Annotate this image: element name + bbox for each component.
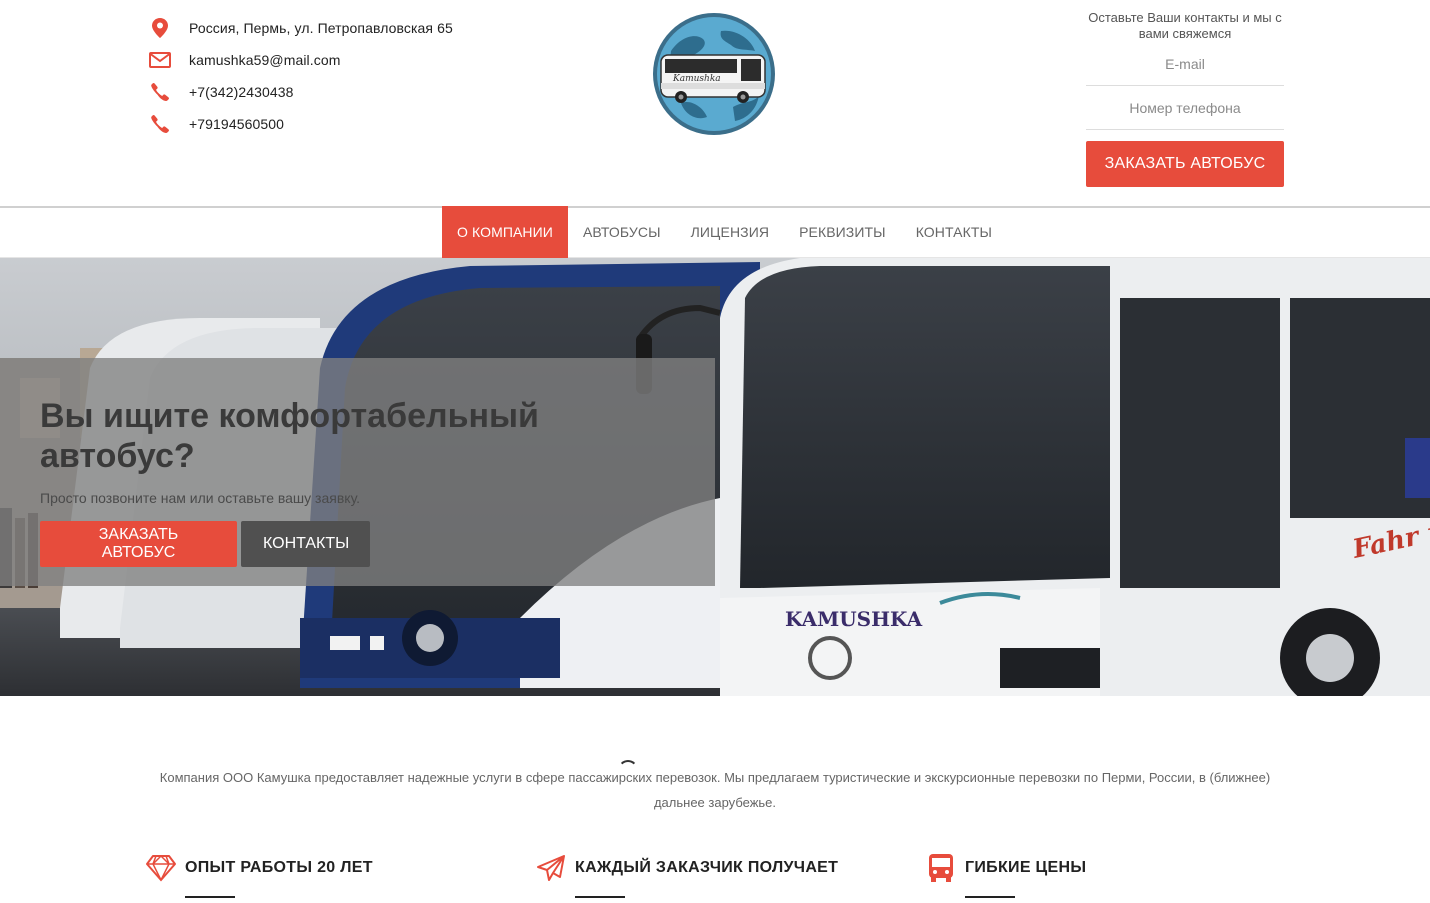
feature-title: ГИБКИЕ ЦЕНЫ [965, 859, 1087, 876]
contact-list: Россия, Пермь, ул. Петропавловская 65 ka… [148, 12, 453, 140]
nav-item-requisites[interactable]: РЕКВИЗИТЫ [784, 206, 901, 258]
top-header: Россия, Пермь, ул. Петропавловская 65 ka… [0, 0, 1430, 206]
phone-link-2[interactable]: +79194560500 [189, 116, 284, 132]
contact-email[interactable]: kamushka59@mail.com [148, 44, 453, 76]
phone-field[interactable] [1086, 86, 1284, 130]
contact-phone-2[interactable]: +79194560500 [148, 108, 453, 140]
callback-form: Оставьте Ваши контакты и мы с вами свяже… [1086, 10, 1284, 187]
feature-experience: ОПЫТ РАБОТЫ 20 ЛЕТ [145, 852, 373, 884]
hero-order-bus-button[interactable]: ЗАКАЗАТЬ АВТОБУС [40, 521, 237, 567]
bus-icon [925, 852, 957, 884]
bus-brand-text: KAMUSHKA [785, 607, 923, 631]
logo-text: Kamushka [672, 74, 721, 84]
envelope-icon [148, 48, 172, 72]
nav-menu: О КОМПАНИИ АВТОБУСЫ ЛИЦЕНЗИЯ РЕКВИЗИТЫ К… [442, 206, 1007, 258]
feature-underline [185, 896, 235, 898]
callback-title: Оставьте Ваши контакты и мы с вами свяже… [1088, 10, 1282, 41]
phone-icon [148, 112, 172, 136]
feature-title: ОПЫТ РАБОТЫ 20 ЛЕТ [185, 859, 373, 876]
phone-icon [148, 80, 172, 104]
main-nav: О КОМПАНИИ АВТОБУСЫ ЛИЦЕНЗИЯ РЕКВИЗИТЫ К… [0, 206, 1430, 258]
email-link[interactable]: kamushka59@mail.com [189, 52, 341, 68]
nav-item-buses[interactable]: АВТОБУСЫ [568, 206, 676, 258]
phone-link-1[interactable]: +7(342)2430438 [189, 84, 294, 100]
feature-title: КАЖДЫЙ ЗАКАЗЧИК ПОЛУЧАЕТ [575, 859, 839, 876]
hero-banner: KAMUSHKA Fahr m Вы ищите комфортабельный… [0, 258, 1430, 696]
hero-contacts-button[interactable]: КОНТАКТЫ [241, 521, 370, 567]
email-field[interactable] [1086, 42, 1284, 86]
hero-subtitle: Просто позвоните нам или оставьте вашу з… [40, 490, 361, 506]
company-logo[interactable]: Kamushka [651, 11, 777, 137]
nav-item-license[interactable]: ЛИЦЕНЗИЯ [676, 206, 784, 258]
hero-overlay-panel: Вы ищите комфортабельный автобус? Просто… [0, 358, 715, 586]
feature-underline [965, 896, 1015, 898]
feature-underline [575, 896, 625, 898]
order-bus-button[interactable]: ЗАКАЗАТЬ АВТОБУС [1086, 141, 1284, 187]
map-pin-icon [148, 16, 172, 40]
about-text: Компания ООО Камушка предоставляет надеж… [159, 770, 1271, 810]
diamond-icon [145, 852, 177, 884]
paper-plane-icon [535, 852, 567, 884]
contact-phone-1[interactable]: +7(342)2430438 [148, 76, 453, 108]
feature-prices: ГИБКИЕ ЦЕНЫ [925, 852, 1086, 884]
nav-item-about[interactable]: О КОМПАНИИ [442, 206, 568, 258]
address-text: Россия, Пермь, ул. Петропавловская 65 [189, 20, 453, 36]
contact-address: Россия, Пермь, ул. Петропавловская 65 [148, 12, 453, 44]
nav-item-contacts[interactable]: КОНТАКТЫ [901, 206, 1007, 258]
feature-customer: КАЖДЫЙ ЗАКАЗЧИК ПОЛУЧАЕТ [535, 852, 838, 884]
about-section: Компания ООО Камушка предоставляет надеж… [0, 696, 1430, 903]
hero-title: Вы ищите комфортабельный автобус? [40, 397, 539, 475]
